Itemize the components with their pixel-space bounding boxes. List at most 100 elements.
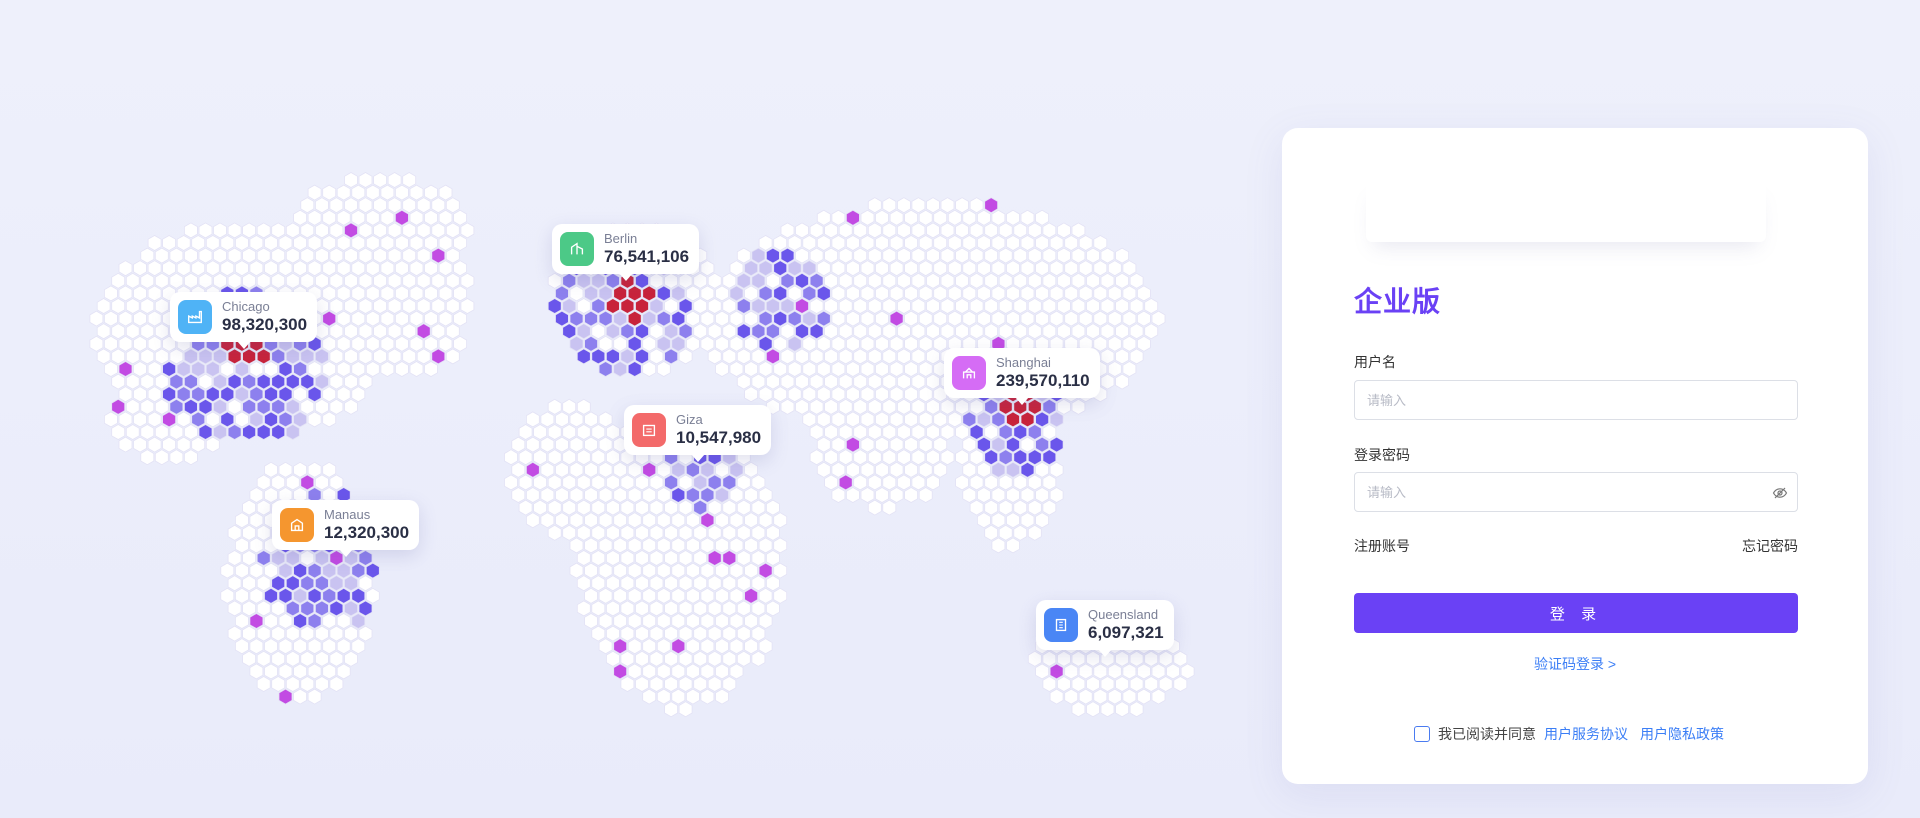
map-hex	[584, 613, 598, 629]
username-input[interactable]	[1354, 380, 1798, 420]
pin-queensland[interactable]: Queensland 6,097,321	[1036, 600, 1174, 657]
map-hex	[394, 285, 409, 302]
map-hex	[264, 487, 278, 503]
pin-giza[interactable]: Giza 10,547,980	[624, 405, 772, 462]
map-hex	[598, 613, 613, 629]
map-hex	[977, 260, 991, 277]
pin-manaus[interactable]: Manaus 12,320,300	[272, 500, 420, 557]
map-hex	[736, 625, 751, 642]
map-hex	[649, 474, 664, 491]
map-hex	[344, 272, 358, 289]
map-hex	[889, 335, 904, 352]
map-hex	[547, 298, 562, 314]
map-hex	[576, 550, 591, 566]
map-hex	[635, 575, 649, 592]
map-hex	[1020, 285, 1035, 302]
map-hex	[707, 474, 722, 491]
map-hex	[780, 298, 795, 314]
map-hex	[991, 209, 1006, 226]
map-hex	[1027, 474, 1042, 491]
map-hex	[271, 575, 286, 592]
factory-icon	[178, 300, 212, 334]
map-hex	[322, 411, 337, 428]
map-hex	[758, 386, 773, 403]
map-hex	[322, 361, 337, 377]
password-input[interactable]	[1354, 472, 1798, 512]
map-hex	[962, 285, 977, 302]
map-hex	[1006, 512, 1020, 529]
map-hex	[693, 272, 708, 289]
map-hex	[1122, 260, 1137, 277]
pin-city: Giza	[676, 411, 703, 427]
map-hex	[955, 272, 969, 289]
map-hex	[606, 625, 620, 642]
map-hex	[227, 247, 242, 264]
map-hex	[707, 524, 722, 541]
map-hex	[627, 361, 642, 377]
map-hex	[824, 348, 838, 365]
map-hex	[278, 386, 293, 403]
pin-chicago[interactable]: Chicago 98,320,300	[170, 292, 318, 349]
map-hex	[1078, 688, 1093, 705]
map-hex	[664, 600, 678, 617]
map-hex	[1093, 235, 1108, 251]
map-hex	[1086, 676, 1100, 692]
map-hex	[991, 235, 1006, 251]
map-hex	[118, 310, 133, 327]
agree-checkbox[interactable]	[1414, 726, 1430, 742]
map-hex	[1006, 487, 1020, 503]
sms-login-link[interactable]: 验证码登录 >	[1282, 654, 1868, 674]
map-hex	[715, 638, 729, 655]
map-hex	[285, 222, 300, 239]
forgot-password-link[interactable]: 忘记密码	[1742, 536, 1798, 556]
map-hex	[322, 613, 337, 629]
map-hex	[911, 398, 926, 415]
map-hex	[1129, 348, 1144, 365]
map-hex	[729, 663, 744, 680]
map-hex	[904, 461, 918, 478]
map-hex	[1115, 701, 1129, 718]
map-hex	[889, 209, 904, 226]
map-hex	[904, 436, 918, 453]
map-hex	[322, 209, 337, 226]
map-hex	[314, 298, 329, 314]
map-hex	[424, 285, 438, 302]
map-hex	[227, 348, 242, 365]
map-hex	[424, 184, 438, 201]
map-hex	[1137, 688, 1151, 705]
map-hex	[1151, 310, 1166, 327]
map-hex	[183, 398, 198, 415]
map-hex	[1064, 285, 1079, 302]
map-hex	[540, 461, 555, 478]
service-agreement-link[interactable]: 用户服务协议	[1544, 724, 1628, 744]
pin-value: 76,541,106	[604, 246, 690, 266]
pin-berlin[interactable]: Berlin 76,541,106	[552, 224, 700, 281]
map-hex	[351, 562, 366, 579]
map-hex	[242, 600, 257, 617]
map-hex	[1100, 701, 1115, 718]
map-hex	[285, 600, 300, 617]
eye-off-icon[interactable]	[1772, 485, 1788, 501]
register-link[interactable]: 注册账号	[1354, 536, 1410, 556]
map-hex	[984, 449, 998, 466]
map-hex	[664, 676, 678, 692]
map-hex	[867, 272, 882, 289]
pin-shanghai[interactable]: Shanghai 239,570,110	[944, 348, 1100, 405]
map-hex	[897, 298, 911, 314]
map-hex	[736, 550, 751, 566]
map-hex	[897, 373, 911, 390]
map-hex	[606, 474, 620, 491]
map-hex	[766, 298, 780, 314]
map-hex	[998, 524, 1013, 541]
map-hex	[1013, 474, 1028, 491]
map-hex	[147, 386, 162, 403]
map-hex	[336, 235, 351, 251]
map-hex	[307, 411, 322, 428]
map-hex	[882, 499, 897, 516]
map-hex	[635, 474, 649, 491]
map-hex	[213, 247, 227, 264]
privacy-policy-link[interactable]: 用户隐私政策	[1640, 724, 1724, 744]
map-hex	[104, 361, 118, 377]
login-button[interactable]: 登 录	[1354, 593, 1798, 633]
map-hex	[722, 474, 737, 491]
